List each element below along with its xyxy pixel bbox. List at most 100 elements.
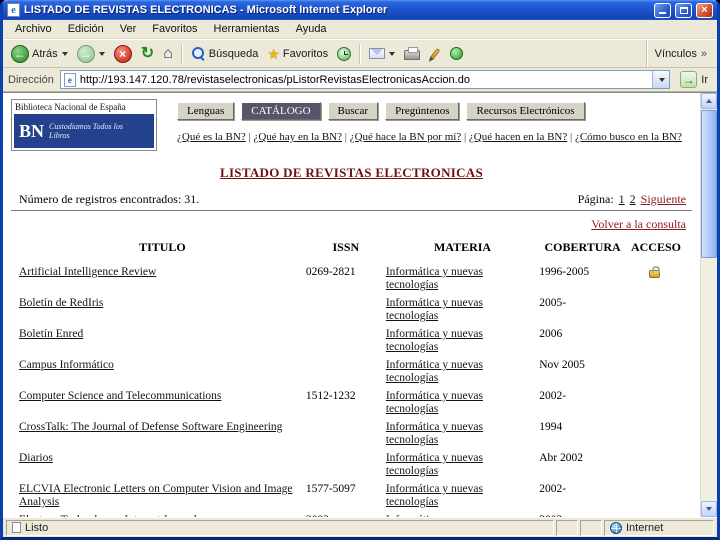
menu-favoritos[interactable]: Favoritos <box>144 21 205 37</box>
page-number-link[interactable]: 2 <box>630 192 636 207</box>
issn-cell: 2003- <box>306 512 386 517</box>
vertical-scrollbar[interactable] <box>700 93 717 517</box>
close-button[interactable]: × <box>696 2 713 18</box>
page-number-link[interactable]: 1 <box>619 192 625 207</box>
acceso-cell <box>626 419 686 450</box>
journal-title-link[interactable]: Campus Informático <box>19 359 114 371</box>
quick-link-que-hacen-en-la-bn[interactable]: ¿Qué hacen en la BN? <box>469 131 567 143</box>
menu-edicion[interactable]: Edición <box>60 21 112 37</box>
menu-archivo[interactable]: Archivo <box>7 21 60 37</box>
titulo-cell: Boletín Enred <box>19 326 306 357</box>
journal-title-link[interactable]: Artificial Intelligence Review <box>19 266 156 278</box>
ie-icon: e <box>7 3 20 17</box>
home-icon: ⌂ <box>163 44 173 62</box>
journal-title-link[interactable]: CrossTalk: The Journal of Defense Softwa… <box>19 421 282 433</box>
title-bar[interactable]: e LISTADO DE REVISTAS ELECTRONICAS - Mic… <box>3 0 717 20</box>
window-title: LISTADO DE REVISTAS ELECTRONICAS - Micro… <box>24 4 388 16</box>
materia-link[interactable]: Informática y nuevas tecnologías <box>386 390 483 415</box>
scroll-down-button[interactable] <box>701 501 717 517</box>
acceso-cell <box>626 481 686 512</box>
mail-dropdown-icon[interactable] <box>389 51 396 56</box>
web-page: Biblioteca Nacional de España BN Custodi… <box>3 93 700 517</box>
bn-logo-mark: BN Custodiamos Todos los Libros <box>14 114 154 148</box>
refresh-button[interactable]: ↻ <box>137 44 158 64</box>
materia-link[interactable]: Informática y nuevas tecnologías <box>386 359 483 384</box>
zone-label: Internet <box>626 521 664 534</box>
links-toolbar[interactable]: Vínculos » <box>645 40 713 67</box>
journal-title-link[interactable]: Electron Technology - Internet Journal <box>19 514 197 517</box>
maximize-button[interactable] <box>675 2 692 18</box>
nav-button-recursos-electronicos[interactable]: Recursos Electrónicos <box>466 102 585 120</box>
table-row: ELCVIA Electronic Letters on Computer Vi… <box>19 481 686 512</box>
next-page-link[interactable]: Siguiente <box>641 192 686 207</box>
status-text: Listo <box>25 521 49 534</box>
quick-link-que-hace-la-bn-por-mi[interactable]: ¿Qué hace la BN por mí? <box>350 131 461 143</box>
divider <box>11 210 692 212</box>
journal-title-link[interactable]: Boletín Enred <box>19 328 83 340</box>
menu-herramientas[interactable]: Herramientas <box>206 21 288 37</box>
minimize-button[interactable] <box>654 2 671 18</box>
nav-button-lenguas[interactable]: Lenguas <box>177 102 235 120</box>
menu-ayuda[interactable]: Ayuda <box>288 21 335 37</box>
materia-link[interactable]: Informática y nuevas tecnologías <box>386 421 483 446</box>
titulo-cell: CrossTalk: The Journal of Defense Softwa… <box>19 419 306 450</box>
nav-button-catalogo[interactable]: CATÁLOGO <box>241 102 321 120</box>
forward-icon: → <box>76 44 95 63</box>
stop-button[interactable]: × <box>110 43 136 65</box>
materia-link[interactable]: Informática y nuevas tecnologías <box>386 266 483 291</box>
cobertura-cell: 2003- <box>539 512 626 517</box>
journal-title-link[interactable]: Computer Science and Telecommunications <box>19 390 221 402</box>
materia-link[interactable]: Informática y nuevas tecnologías <box>386 483 483 508</box>
search-button[interactable]: Búsqueda <box>187 44 263 63</box>
back-to-search-link[interactable]: Volver a la consulta <box>591 217 686 231</box>
table-row: Artificial Intelligence Review 0269-2821 I… <box>19 264 686 295</box>
quick-link-como-busco-en-la-bn[interactable]: ¿Cómo busco en la BN? <box>575 131 682 143</box>
go-label: Ir <box>701 73 708 86</box>
table-row: Boletín de RedIris Informática y nuevas t… <box>19 295 686 326</box>
bn-logo[interactable]: Biblioteca Nacional de España BN Custodi… <box>11 99 157 151</box>
back-button[interactable]: ← Atrás <box>7 43 72 65</box>
favorites-label: Favoritos <box>282 47 329 60</box>
edit-button[interactable] <box>425 46 445 62</box>
forward-dropdown-icon[interactable] <box>98 51 105 56</box>
history-button[interactable] <box>333 45 355 63</box>
quick-link-que-hay-en-la-bn[interactable]: ¿Qué hay en la BN? <box>253 131 342 143</box>
journal-title-link[interactable]: ELCVIA Electronic Letters on Computer Vi… <box>19 483 292 508</box>
materia-link[interactable]: Informática y nuevas tecnologías <box>386 514 483 517</box>
nav-button-preguntenos[interactable]: Pregúntenos <box>385 102 460 120</box>
materia-link[interactable]: Informática y nuevas tecnologías <box>386 297 483 322</box>
journal-title-link[interactable]: Diarios <box>19 452 53 464</box>
column-header-materia: MATERIA <box>433 240 492 254</box>
status-panel-spacer <box>580 519 602 536</box>
acceso-cell <box>626 326 686 357</box>
materia-link[interactable]: Informática y nuevas tecnologías <box>386 452 483 477</box>
back-dropdown-icon[interactable] <box>61 51 68 56</box>
print-button[interactable] <box>400 45 424 62</box>
table-row: Computer Science and Telecommunications 1… <box>19 388 686 419</box>
go-button[interactable]: → Ir <box>676 70 712 89</box>
address-input[interactable]: e http://193.147.120.78/revistaselectron… <box>59 70 671 89</box>
home-button[interactable]: ⌂ <box>159 44 177 64</box>
scroll-up-button[interactable] <box>701 93 717 109</box>
site-quick-links: ¿Qué es la BN? | ¿Qué hay en la BN? | ¿Q… <box>177 131 682 143</box>
site-nav-buttons: Lenguas CATÁLOGO Buscar Pregúntenos Recursos… <box>177 102 682 120</box>
scrollbar-thumb[interactable] <box>701 110 717 258</box>
journal-title-link[interactable]: Boletín de RedIris <box>19 297 103 309</box>
messenger-button[interactable] <box>446 45 467 62</box>
quick-link-que-es-la-bn[interactable]: ¿Qué es la BN? <box>177 131 246 143</box>
bn-tagline: Custodiamos Todos los Libros <box>49 121 123 140</box>
links-label[interactable]: Vínculos <box>655 48 697 60</box>
acceso-cell <box>626 450 686 481</box>
site-header-right: Lenguas CATÁLOGO Buscar Pregúntenos Recursos… <box>177 99 682 151</box>
mail-button[interactable] <box>365 46 399 61</box>
issn-cell <box>306 357 386 388</box>
favorites-button[interactable]: ★ Favoritos <box>263 45 332 63</box>
acceso-cell <box>626 512 686 517</box>
forward-button[interactable]: → <box>73 43 109 65</box>
materia-link[interactable]: Informática y nuevas tecnologías <box>386 328 483 353</box>
menu-ver[interactable]: Ver <box>112 21 145 37</box>
nav-button-buscar[interactable]: Buscar <box>327 102 379 120</box>
favorites-star-icon: ★ <box>267 45 280 62</box>
issn-cell: 1577-5097 <box>305 483 356 495</box>
address-dropdown-button[interactable] <box>652 71 670 88</box>
